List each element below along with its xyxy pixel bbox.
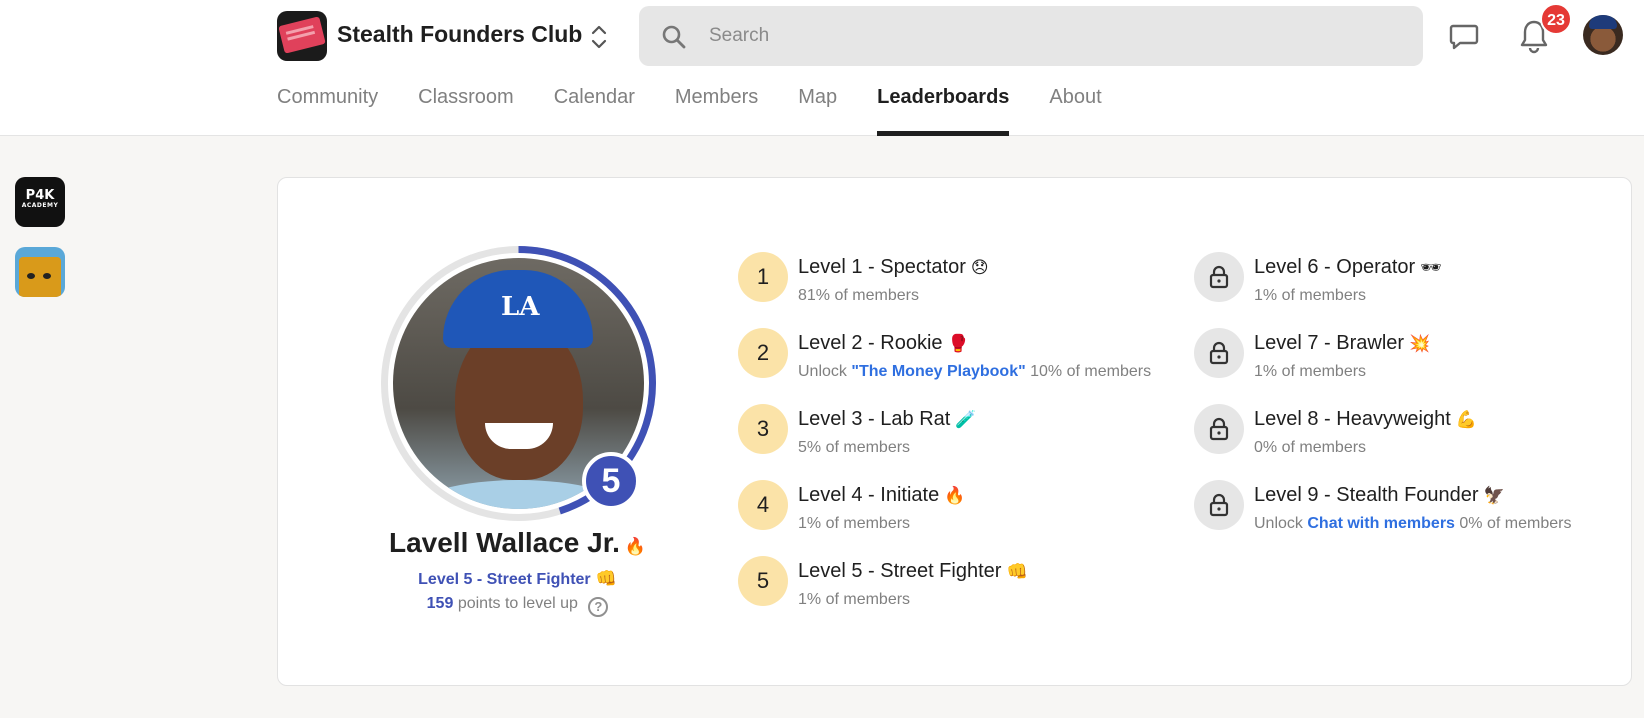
level-title-text: Level 7 - Brawler: [1254, 332, 1405, 354]
fire-emoji-icon: 🔥: [624, 537, 647, 557]
level-subtitle: 1% of members: [1254, 287, 1366, 305]
member-percent: 0% of members: [1254, 439, 1367, 456]
level-title-text: Level 6 - Operator: [1254, 256, 1416, 278]
tab-community[interactable]: Community: [277, 86, 378, 136]
member-percent: 1% of members: [1254, 363, 1367, 380]
member-percent: 1% of members: [798, 591, 911, 608]
unlock-link[interactable]: "The Money Playbook": [851, 363, 1025, 380]
profile-level-text: Level 5 - Street Fighter: [418, 571, 591, 588]
level-subtitle: 1% of members: [798, 515, 910, 533]
level-title-text: Level 3 - Lab Rat: [798, 408, 951, 430]
level-subtitle: 81% of members: [798, 287, 919, 305]
member-percent: 81% of members: [798, 287, 919, 304]
level-title: Level 5 - Street Fighter 👊: [798, 560, 1028, 583]
fist-emoji-icon: 👊: [595, 569, 617, 589]
help-icon[interactable]: ?: [588, 597, 609, 617]
member-percent: 0% of members: [1459, 515, 1572, 532]
level-number-circle: 3: [738, 404, 788, 454]
tab-about[interactable]: About: [1049, 86, 1101, 136]
rail-app-p4k[interactable]: P4K ACADEMY: [15, 177, 65, 227]
rail-app-cat[interactable]: [15, 247, 65, 297]
level-number-circle: 4: [738, 480, 788, 530]
level-emoji-icon: 💪: [1455, 410, 1477, 430]
tab-leaderboards[interactable]: Leaderboards: [877, 86, 1010, 136]
level-title: Level 3 - Lab Rat 🧪: [798, 408, 977, 431]
lock-icon: [1194, 480, 1244, 530]
chevron-up-down-icon[interactable]: [589, 23, 609, 51]
level-emoji-icon: 😞: [970, 258, 989, 278]
tab-calendar[interactable]: Calendar: [554, 86, 635, 136]
level-subtitle: 5% of members: [798, 439, 910, 457]
level-title: Level 7 - Brawler 💥: [1254, 332, 1430, 355]
chat-icon[interactable]: [1448, 20, 1480, 52]
tab-classroom[interactable]: Classroom: [418, 86, 514, 136]
level-emoji-icon: 🧪: [955, 410, 977, 430]
club-name[interactable]: Stealth Founders Club: [337, 21, 582, 48]
level-title-text: Level 8 - Heavyweight: [1254, 408, 1451, 430]
level-title: Level 9 - Stealth Founder 🦅: [1254, 484, 1505, 507]
unlock-link[interactable]: Chat with members: [1307, 515, 1455, 532]
level-title-text: Level 1 - Spectator: [798, 256, 966, 278]
level-emoji-icon: 🥊: [947, 334, 969, 354]
level-number-badge: 5: [582, 452, 640, 510]
level-emoji-icon: 💥: [1409, 334, 1431, 354]
club-logo[interactable]: [277, 11, 327, 61]
rail-app-p4k-sub: ACADEMY: [21, 201, 59, 209]
level-number-circle: 2: [738, 328, 788, 378]
nav-tabs: Community Classroom Calendar Members Map…: [277, 86, 1142, 136]
search-bar[interactable]: [639, 6, 1423, 66]
tab-members[interactable]: Members: [675, 86, 758, 136]
level-emoji-icon: 🔥: [944, 486, 966, 506]
notification-badge: 23: [1540, 3, 1572, 35]
member-percent: 10% of members: [1030, 363, 1152, 380]
member-percent: 1% of members: [1254, 287, 1367, 304]
lock-icon: [1194, 252, 1244, 302]
level-title-text: Level 2 - Rookie: [798, 332, 943, 354]
level-subtitle: 1% of members: [798, 591, 910, 609]
points-value: 159: [426, 595, 454, 612]
search-icon: [662, 25, 686, 49]
level-title: Level 1 - Spectator 😞: [798, 256, 989, 279]
level-subtitle: 0% of members: [1254, 439, 1366, 457]
tab-map[interactable]: Map: [798, 86, 837, 136]
unlock-prefix: Unlock: [798, 363, 847, 380]
level-number-circle: 5: [738, 556, 788, 606]
level-number-circle: 1: [738, 252, 788, 302]
level-subtitle: Unlock Chat with members 0% of members: [1254, 515, 1571, 533]
level-emoji-icon: 🦅: [1483, 486, 1505, 506]
level-title-text: Level 4 - Initiate: [798, 484, 940, 506]
level-title-text: Level 9 - Stealth Founder: [1254, 484, 1479, 506]
level-title: Level 2 - Rookie 🥊: [798, 332, 969, 355]
level-subtitle: Unlock "The Money Playbook" 10% of membe…: [798, 363, 1151, 381]
points-to-level-up: 159 points to level up ?: [313, 595, 722, 617]
points-text: points to level up: [457, 595, 578, 612]
level-title: Level 6 - Operator 🕶: [1254, 256, 1442, 279]
top-header: Stealth Founders Club 23 Community Class…: [0, 0, 1644, 136]
lock-icon: [1194, 404, 1244, 454]
member-percent: 5% of members: [798, 439, 911, 456]
level-title-text: Level 5 - Street Fighter: [798, 560, 1002, 582]
profile-name-text: Lavell Wallace Jr.: [388, 527, 620, 558]
member-percent: 1% of members: [798, 515, 911, 532]
rail-app-p4k-label: P4K: [25, 188, 55, 203]
level-subtitle: 1% of members: [1254, 363, 1366, 381]
level-emoji-icon: 🕶: [1420, 258, 1442, 278]
level-title: Level 8 - Heavyweight 💪: [1254, 408, 1477, 431]
unlock-prefix: Unlock: [1254, 515, 1303, 532]
lock-icon: [1194, 328, 1244, 378]
profile-avatar-ring: LA 5: [380, 245, 657, 522]
level-title: Level 4 - Initiate 🔥: [798, 484, 965, 507]
search-input[interactable]: [709, 6, 1389, 66]
user-avatar[interactable]: [1583, 15, 1623, 55]
profile-level: Level 5 - Street Fighter 👊: [313, 569, 722, 589]
level-emoji-icon: 👊: [1006, 562, 1028, 582]
profile-name: Lavell Wallace Jr. 🔥: [313, 527, 722, 559]
